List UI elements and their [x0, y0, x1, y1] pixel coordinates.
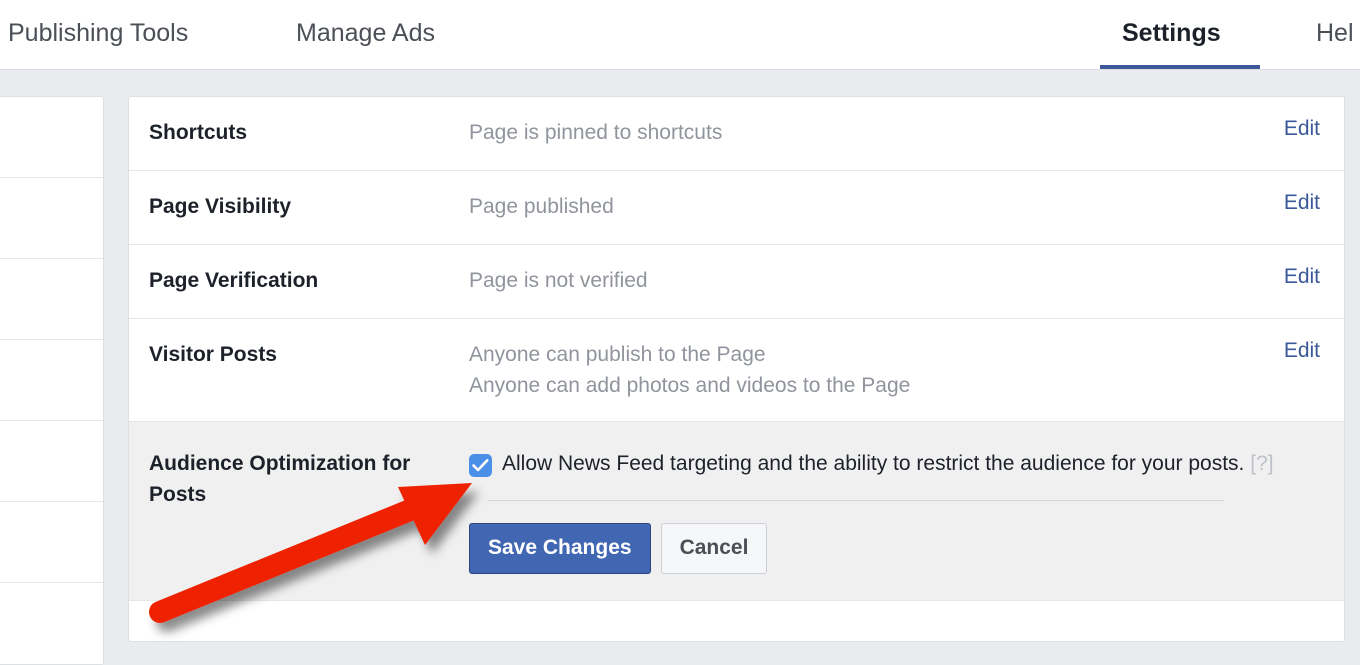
- setting-label: Audience Optimization for Posts: [129, 448, 469, 510]
- setting-row-visitor-posts: Visitor Posts Anyone can publish to the …: [129, 319, 1344, 422]
- page-body: Shortcuts Page is pinned to shortcuts Ed…: [0, 71, 1360, 644]
- sidebar-item[interactable]: [0, 421, 103, 502]
- checkmark-icon[interactable]: [469, 454, 492, 477]
- sidebar-item[interactable]: [0, 97, 103, 178]
- nav-tab-settings[interactable]: Settings: [1122, 0, 1221, 70]
- setting-value-line: Anyone can add photos and videos to the …: [469, 370, 1204, 401]
- setting-value-line: Anyone can publish to the Page: [469, 339, 1204, 370]
- audience-optimization-actions: Save Changes Cancel: [469, 523, 1284, 574]
- general-settings-card: Shortcuts Page is pinned to shortcuts Ed…: [128, 96, 1345, 642]
- sidebar-item[interactable]: [0, 259, 103, 340]
- audience-optimization-body: Allow News Feed targeting and the abilit…: [469, 448, 1344, 574]
- setting-value: Anyone can publish to the Page Anyone ca…: [469, 339, 1224, 401]
- audience-optimization-text: Allow News Feed targeting and the abilit…: [502, 452, 1244, 475]
- top-navigation-bar: Publishing Tools Manage Ads Settings Hel: [0, 0, 1360, 70]
- section-divider: [487, 500, 1224, 501]
- sidebar-item[interactable]: [0, 340, 103, 421]
- setting-label: Page Visibility: [129, 191, 469, 222]
- audience-optimization-checkbox-line: Allow News Feed targeting and the abilit…: [469, 448, 1284, 480]
- setting-value: Page is not verified: [469, 265, 1224, 296]
- setting-value-line: Page is pinned to shortcuts: [469, 117, 1204, 148]
- edit-link-shortcuts[interactable]: Edit: [1224, 117, 1344, 141]
- setting-row-page-visibility: Page Visibility Page published Edit: [129, 171, 1344, 245]
- setting-value-line: Page published: [469, 191, 1204, 222]
- setting-value-line: Page is not verified: [469, 265, 1204, 296]
- setting-label: Visitor Posts: [129, 339, 469, 370]
- save-changes-button[interactable]: Save Changes: [469, 523, 651, 574]
- sidebar-item[interactable]: [0, 178, 103, 259]
- setting-label: Shortcuts: [129, 117, 469, 148]
- active-tab-underline: [1100, 65, 1260, 69]
- audience-optimization-description: Allow News Feed targeting and the abilit…: [502, 448, 1274, 480]
- edit-link-visitor-posts[interactable]: Edit: [1224, 339, 1344, 363]
- setting-row-audience-optimization: Audience Optimization for Posts Allow Ne…: [129, 422, 1344, 601]
- help-question-icon[interactable]: [?]: [1250, 452, 1273, 475]
- edit-link-page-visibility[interactable]: Edit: [1224, 191, 1344, 215]
- nav-tab-publishing-tools[interactable]: Publishing Tools: [8, 0, 188, 70]
- nav-tab-manage-ads[interactable]: Manage Ads: [296, 0, 435, 70]
- settings-sidebar: [0, 96, 104, 665]
- sidebar-item[interactable]: [0, 502, 103, 583]
- edit-link-page-verification[interactable]: Edit: [1224, 265, 1344, 289]
- setting-value: Page is pinned to shortcuts: [469, 117, 1224, 148]
- nav-tab-help[interactable]: Hel: [1316, 0, 1354, 70]
- setting-row-next: [129, 601, 1344, 641]
- setting-label: Page Verification: [129, 265, 469, 296]
- sidebar-item[interactable]: [0, 583, 103, 664]
- setting-value: Page published: [469, 191, 1224, 222]
- cancel-button[interactable]: Cancel: [661, 523, 768, 574]
- setting-row-page-verification: Page Verification Page is not verified E…: [129, 245, 1344, 319]
- setting-row-shortcuts: Shortcuts Page is pinned to shortcuts Ed…: [129, 97, 1344, 171]
